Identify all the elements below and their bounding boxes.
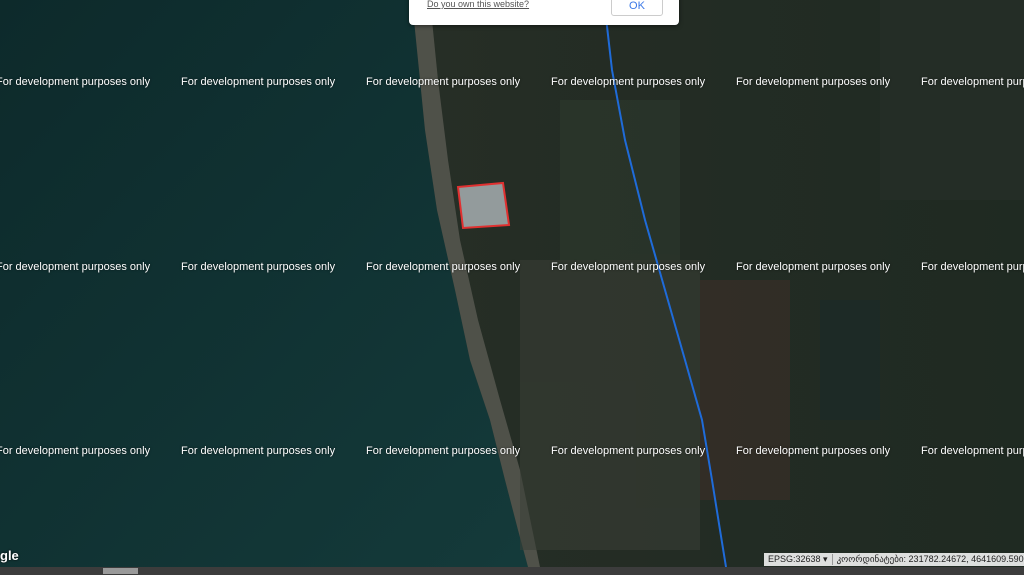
satellite-map[interactable]: For development purposes only For develo… xyxy=(0,0,1024,567)
coordinates-value: კოორდინატები: 231782.24672, 4641609.5909… xyxy=(836,554,1024,564)
map-imagery xyxy=(0,0,1024,567)
own-website-link[interactable]: Do you own this website? xyxy=(427,0,529,9)
coordinate-readout: EPSG:32638 ▾ კოორდინატები: 231782.24672,… xyxy=(764,553,1024,566)
google-maps-error-dialog: Do you own this website? OK xyxy=(409,0,679,25)
scrollbar-thumb[interactable] xyxy=(103,568,138,574)
ok-button[interactable]: OK xyxy=(611,0,663,16)
land-parcel xyxy=(456,181,511,230)
google-logo[interactable]: gle xyxy=(0,548,19,563)
projection-select[interactable]: EPSG:32638 ▾ xyxy=(764,554,833,565)
horizontal-scrollbar[interactable] xyxy=(0,567,1024,575)
